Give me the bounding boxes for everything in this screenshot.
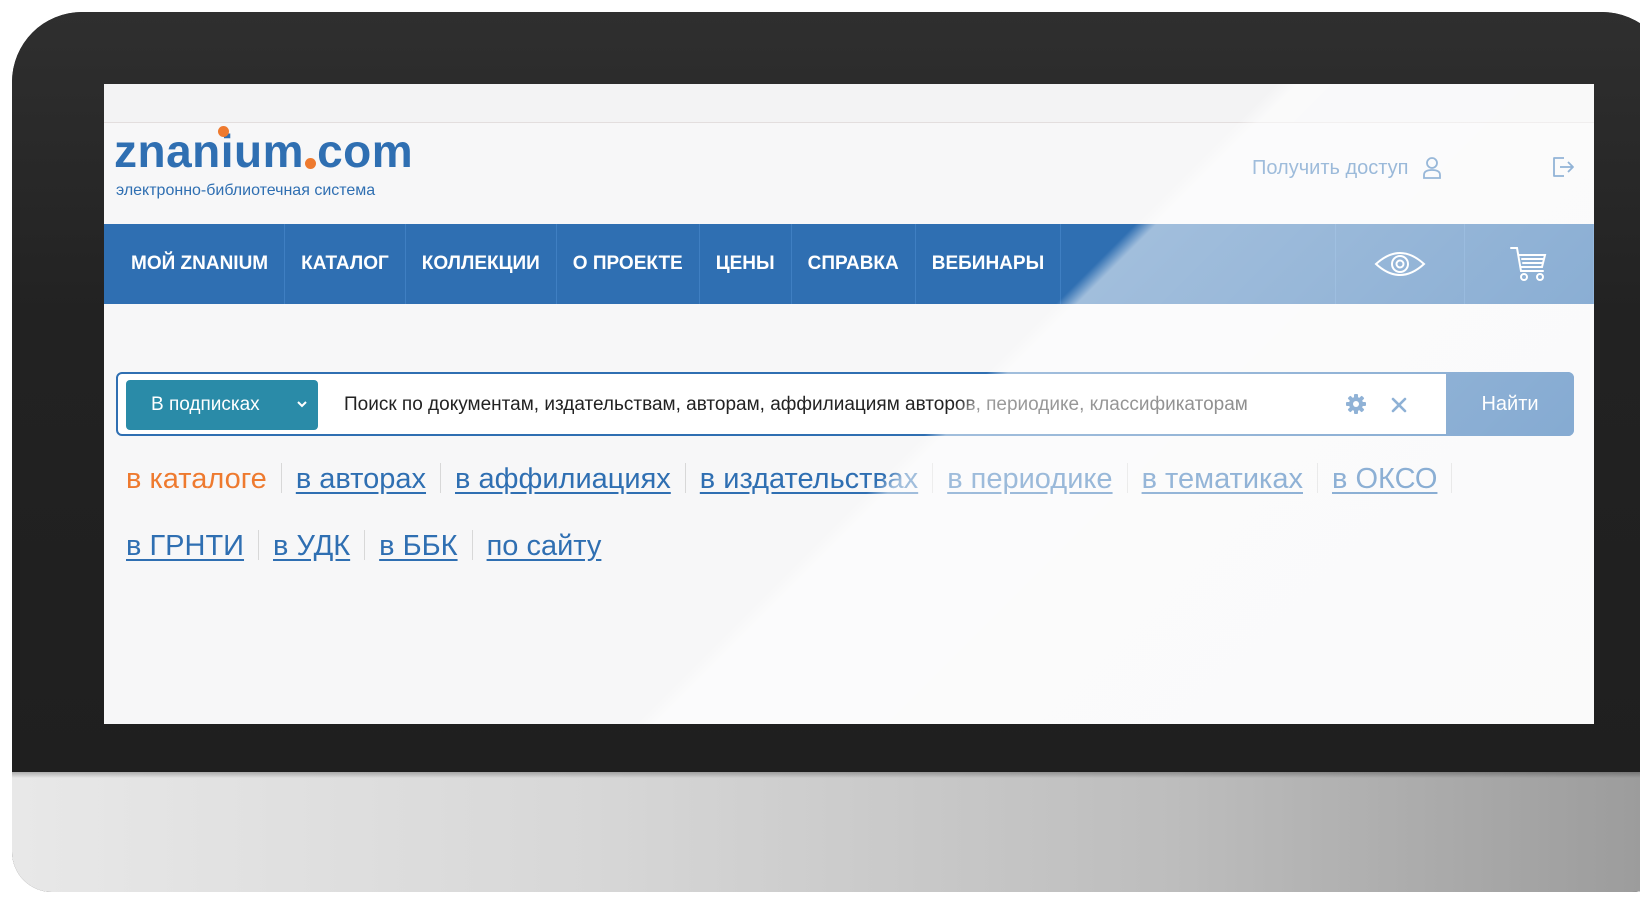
nav-item-prices[interactable]: ЦЕНЫ	[700, 224, 792, 304]
scope-link-publishers[interactable]: в издательствах	[700, 448, 918, 510]
get-access-link[interactable]: Получить доступ	[1252, 157, 1408, 180]
monitor-frame: znanium com электронно-библиотечная систе…	[12, 12, 1640, 892]
browser-screen: znanium com электронно-библиотечная систе…	[104, 84, 1594, 724]
cart-icon	[1510, 247, 1547, 281]
accessibility-button[interactable]	[1336, 224, 1465, 304]
scope-link-periodicals[interactable]: в периодике	[947, 448, 1112, 510]
divider	[1126, 463, 1128, 493]
nav-spacer	[1061, 224, 1336, 304]
nav-item-webinars[interactable]: ВЕБИНАРЫ	[916, 224, 1062, 304]
scope-link-affiliations[interactable]: в аффилиациях	[455, 448, 671, 510]
logo-i-dot	[218, 126, 229, 137]
scope-link-grnti[interactable]: в ГРНТИ	[126, 515, 244, 577]
get-access[interactable]: Получить доступ	[1252, 156, 1442, 180]
logout-icon[interactable]	[1550, 154, 1576, 180]
search-scope-label: В подписках	[151, 394, 260, 415]
gear-icon[interactable]	[1346, 394, 1366, 414]
logo-wordmark: znanium com	[114, 125, 414, 177]
divider	[1451, 463, 1453, 493]
divider	[258, 530, 260, 560]
divider	[932, 463, 934, 493]
search-input[interactable]	[344, 388, 1324, 422]
logo-subtitle: электронно-библиотечная система	[116, 182, 376, 199]
main-nav: МОЙ ZNANIUM КАТАЛОГ КОЛЛЕКЦИИ О ПРОЕКТЕ …	[104, 224, 1594, 304]
divider	[364, 530, 366, 560]
divider	[1317, 463, 1318, 493]
search-button[interactable]: Найти	[1446, 372, 1574, 436]
close-icon[interactable]	[1390, 396, 1408, 414]
search-scope-links: в каталоге в авторах в аффилиациях в издате…	[126, 448, 1566, 582]
divider	[471, 530, 473, 560]
logo-text-part2: com	[317, 125, 414, 177]
nav-item-collections[interactable]: КОЛЛЕКЦИИ	[406, 224, 557, 304]
nav-item-my-znanium[interactable]: МОЙ ZNANIUM	[104, 224, 286, 304]
chevron-down-icon	[297, 401, 307, 408]
monitor-chin	[12, 772, 1640, 892]
divider	[280, 463, 282, 493]
divider	[440, 463, 442, 493]
scope-link-udk[interactable]: в УДК	[273, 515, 350, 577]
scope-link-catalog[interactable]: в каталоге	[126, 448, 267, 510]
cart-button[interactable]	[1465, 224, 1594, 304]
top-strip	[104, 84, 1594, 123]
search-bar: В подписках Найти	[116, 372, 1574, 436]
logo-dot	[305, 158, 317, 169]
site-logo[interactable]: znanium com электронно-библиотечная систе…	[114, 125, 414, 200]
scope-link-topics[interactable]: в тематиках	[1142, 448, 1303, 510]
logo-text-part1: znanium	[114, 125, 305, 177]
scope-link-okso[interactable]: в ОКСО	[1332, 448, 1437, 510]
scope-link-authors[interactable]: в авторах	[296, 448, 426, 510]
user-icon[interactable]	[1422, 156, 1442, 180]
eye-icon	[1374, 252, 1426, 276]
scope-link-site[interactable]: по сайту	[487, 515, 602, 577]
nav-item-help[interactable]: СПРАВКА	[792, 224, 916, 304]
divider	[684, 463, 686, 493]
scope-link-bbk[interactable]: в ББК	[379, 515, 457, 577]
nav-item-about[interactable]: О ПРОЕКТЕ	[557, 224, 700, 304]
search-scope-dropdown[interactable]: В подписках	[126, 380, 318, 430]
nav-item-catalog[interactable]: КАТАЛОГ	[285, 224, 406, 304]
